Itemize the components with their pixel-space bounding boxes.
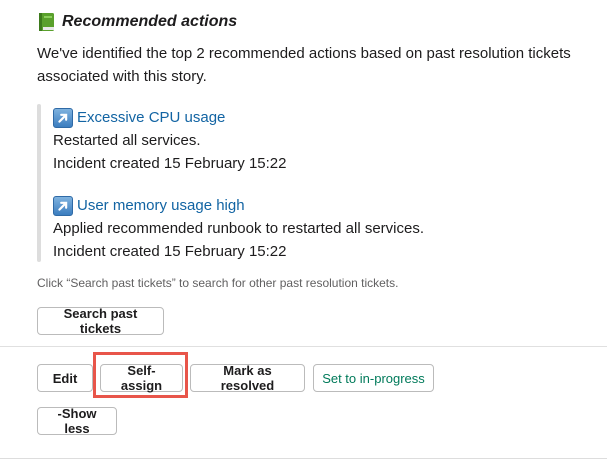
green-book-icon [39, 13, 54, 31]
arrow-up-right-icon [53, 195, 73, 216]
set-in-progress-button[interactable]: Set to in-progress [313, 364, 434, 392]
mark-resolved-button[interactable]: Mark as resolved [190, 363, 305, 393]
section-title: Recommended actions [62, 13, 238, 30]
quote-bar [37, 104, 41, 262]
recommendation-created: Incident created 15 February 15:22 [53, 155, 287, 172]
bottom-divider [0, 458, 607, 459]
recommendation-item: Excessive CPU usage Restarted all servic… [53, 106, 286, 175]
recommendation-link[interactable]: User memory usage high [77, 194, 245, 217]
description-text: We've identified the top 2 recommended a… [37, 45, 571, 85]
search-past-tickets-button[interactable]: Search past tickets [37, 306, 164, 336]
recommendation-detail: Restarted all services. [53, 132, 201, 149]
show-less-button[interactable]: -Show less [37, 406, 117, 436]
hint-text: Click “Search past tickets” to search fo… [37, 276, 399, 290]
recommendation-created: Incident created 15 February 15:22 [53, 243, 287, 260]
section-header: Recommended actions [38, 12, 237, 32]
arrow-up-right-icon [53, 107, 73, 128]
highlight-box [93, 352, 188, 398]
divider [0, 346, 607, 347]
recommendation-item: User memory usage high Applied recommend… [53, 194, 424, 263]
recommendation-link[interactable]: Excessive CPU usage [77, 106, 225, 129]
edit-button[interactable]: Edit [37, 364, 93, 392]
recommendation-detail: Applied recommended runbook to restarted… [53, 220, 425, 237]
